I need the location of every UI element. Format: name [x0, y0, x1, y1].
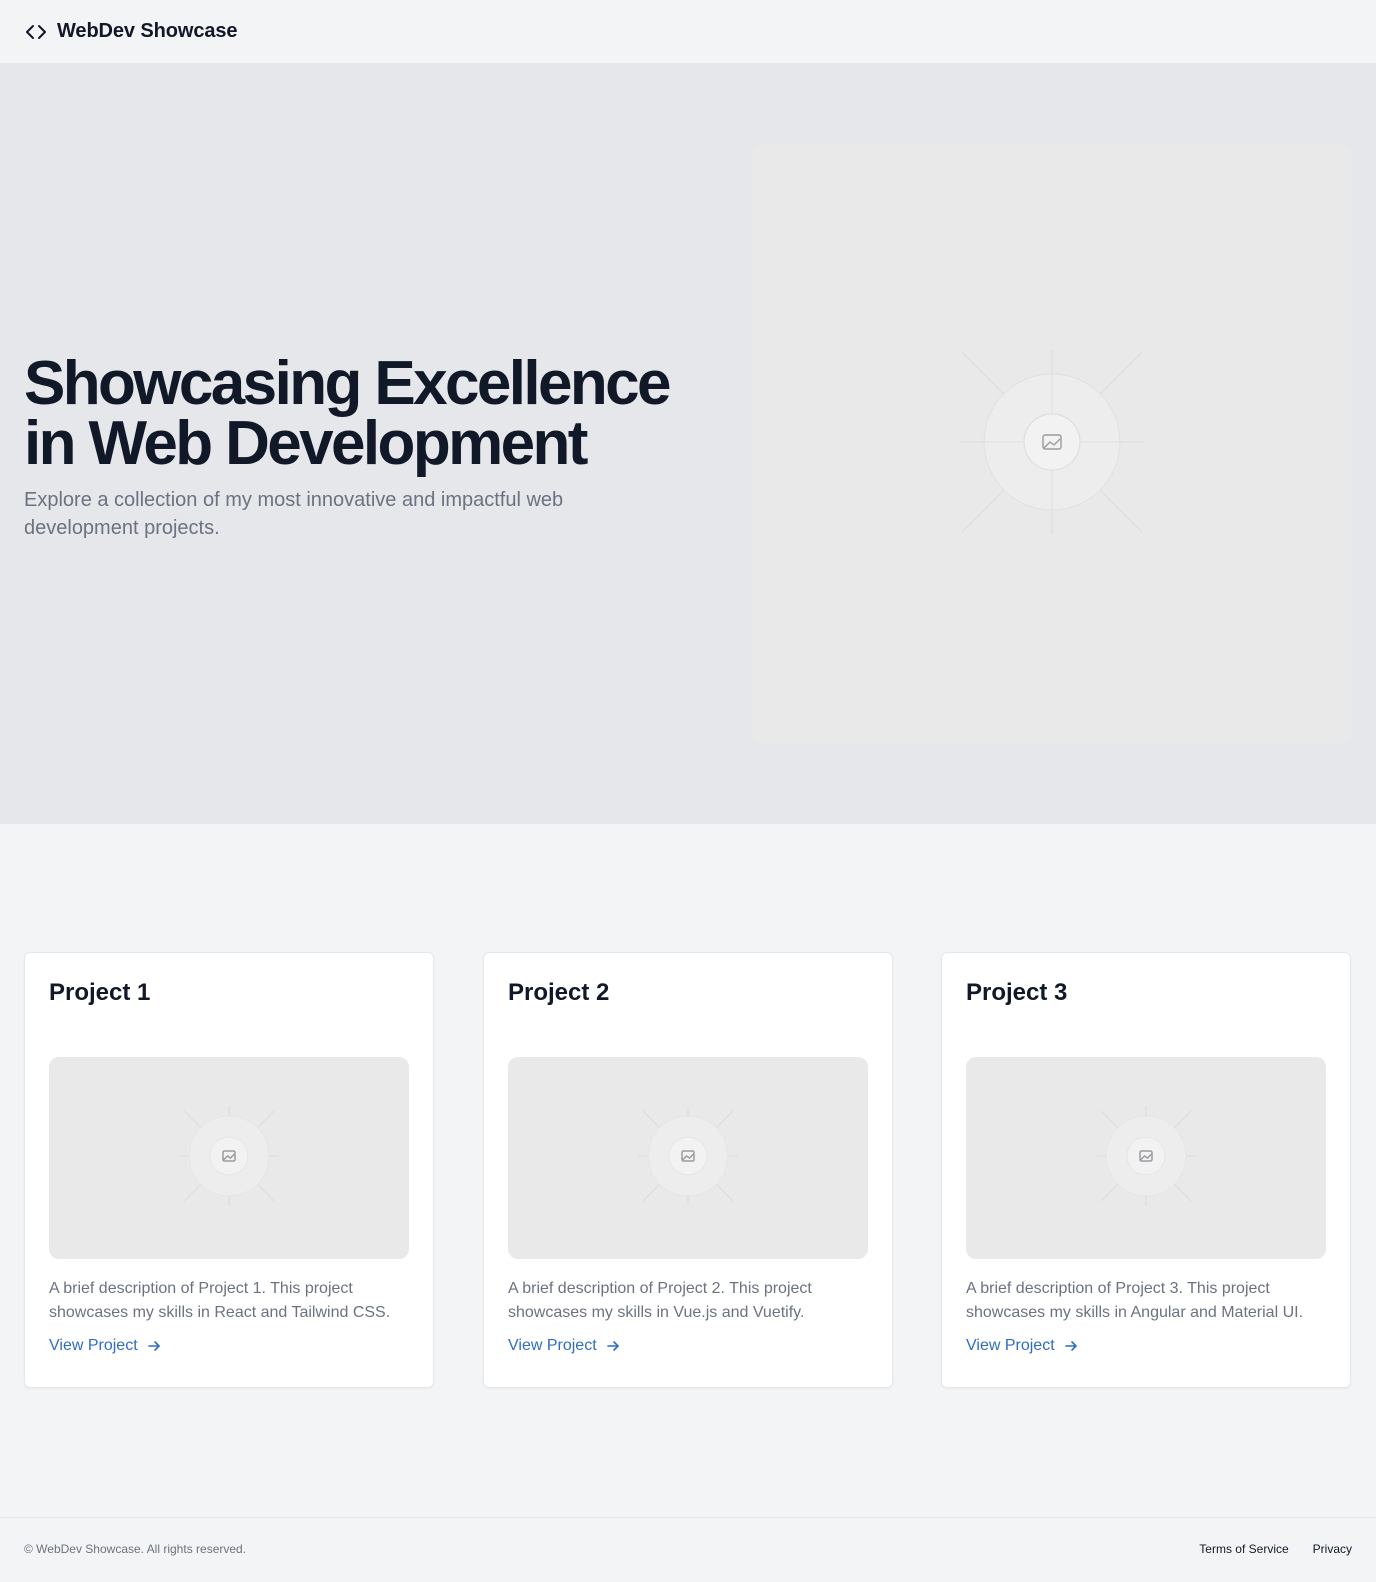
- arrow-right-icon: [1063, 1338, 1079, 1354]
- code-icon: [24, 20, 48, 44]
- view-project-label: View Project: [49, 1337, 138, 1354]
- project-card: Project 2 A brief description of Project…: [483, 952, 893, 1388]
- project-image: [508, 1057, 868, 1259]
- hero-title-line-1: Showcasing Excellence: [24, 349, 672, 418]
- site-footer: © WebDev Showcase. All rights reserved. …: [0, 1517, 1376, 1582]
- view-project-label: View Project: [966, 1337, 1055, 1354]
- hero-title: Showcasing Excellence in Web Development: [24, 353, 704, 475]
- view-project-link[interactable]: View Project: [508, 1337, 621, 1355]
- arrow-right-icon: [146, 1338, 162, 1354]
- site-header: WebDev Showcase: [0, 0, 1376, 64]
- project-description: A brief description of Project 2. This p…: [508, 1280, 812, 1321]
- privacy-link[interactable]: Privacy: [1313, 1542, 1352, 1556]
- project-card: Project 1 A brief description of Project…: [24, 952, 434, 1388]
- footer-nav: Terms of Service Privacy: [1199, 1542, 1352, 1556]
- project-title: Project 3: [966, 979, 1068, 1006]
- hero-title-line-2: in Web Development: [24, 409, 588, 478]
- project-description: A brief description of Project 3. This p…: [966, 1280, 1304, 1321]
- hero-section: Showcasing Excellence in Web Development…: [0, 64, 1376, 824]
- brand-name: WebDev Showcase: [57, 20, 238, 42]
- project-description: A brief description of Project 1. This p…: [49, 1280, 391, 1321]
- hero-image: [752, 144, 1352, 744]
- image-placeholder-icon: [952, 342, 1152, 547]
- project-title: Project 1: [49, 979, 151, 1006]
- hero-subtitle: Explore a collection of my most innovati…: [24, 489, 564, 539]
- project-title: Project 2: [508, 979, 610, 1006]
- terms-of-service-link[interactable]: Terms of Service: [1199, 1542, 1288, 1556]
- project-image: [49, 1057, 409, 1259]
- view-project-link[interactable]: View Project: [966, 1337, 1079, 1355]
- view-project-link[interactable]: View Project: [49, 1337, 162, 1355]
- copyright-text: © WebDev Showcase. All rights reserved.: [24, 1542, 247, 1556]
- view-project-label: View Project: [508, 1337, 597, 1354]
- image-placeholder-icon: [1096, 1105, 1196, 1211]
- image-placeholder-icon: [638, 1105, 738, 1211]
- image-placeholder-icon: [179, 1105, 279, 1211]
- hero-text: Showcasing Excellence in Web Development…: [24, 353, 704, 542]
- brand-link[interactable]: WebDev Showcase: [24, 20, 238, 44]
- projects-grid: Project 1 A brief description of Project…: [24, 952, 1352, 1388]
- project-card: Project 3 A brief description of Project…: [941, 952, 1351, 1388]
- arrow-right-icon: [605, 1338, 621, 1354]
- project-image: [966, 1057, 1326, 1259]
